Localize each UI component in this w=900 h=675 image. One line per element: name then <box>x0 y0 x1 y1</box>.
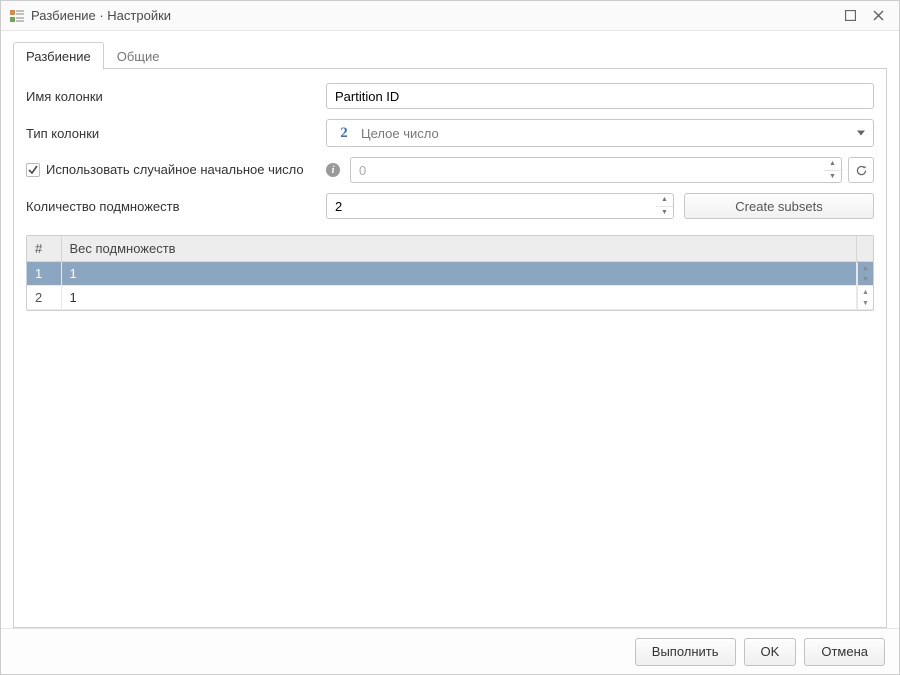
execute-button[interactable]: Выполнить <box>635 638 736 666</box>
settings-window: Разбиение · Настройки Разбиение Общие Им… <box>0 0 900 675</box>
col-index-header[interactable]: # <box>27 236 61 262</box>
seed-step-up[interactable]: ▲ <box>824 158 841 171</box>
row-index: 2 <box>27 286 61 310</box>
seed-input[interactable] <box>350 157 824 183</box>
tab-partition-label: Разбиение <box>26 49 91 64</box>
column-name-label: Имя колонки <box>26 89 103 104</box>
use-random-seed-checkbox[interactable] <box>26 163 40 177</box>
row-weight-step-down[interactable]: ▼ <box>858 298 873 309</box>
seed-step-down[interactable]: ▼ <box>824 171 841 183</box>
use-random-seed-label: Использовать случайное начальное число <box>46 161 304 179</box>
chevron-down-icon <box>857 131 865 136</box>
dialog-footer: Выполнить OK Отмена <box>1 628 899 674</box>
column-type-label: Тип колонки <box>26 126 99 141</box>
col-weight-header[interactable]: Вес подмножеств <box>61 236 857 262</box>
titlebar: Разбиение · Настройки <box>1 1 899 31</box>
table-row[interactable]: 1 1 ▲ ▼ <box>27 262 873 286</box>
row-weight[interactable]: 1 <box>61 286 857 310</box>
seed-refresh-button[interactable] <box>848 157 874 183</box>
seed-spinner: ▲ ▼ <box>350 157 842 183</box>
subset-count-input[interactable] <box>326 193 656 219</box>
integer-type-icon: 2 <box>335 124 353 142</box>
info-icon[interactable]: i <box>326 163 340 177</box>
table-row[interactable]: 2 1 ▲ ▼ <box>27 286 873 310</box>
subset-count-step-up[interactable]: ▲ <box>656 194 673 207</box>
row-column-name: Имя колонки <box>26 83 874 109</box>
row-random-seed: Использовать случайное начальное число i… <box>26 157 874 183</box>
row-weight-step-up[interactable]: ▲ <box>858 263 873 274</box>
ok-button[interactable]: OK <box>744 638 797 666</box>
column-type-value: Целое число <box>361 126 439 141</box>
close-button[interactable] <box>865 6 891 26</box>
column-type-select[interactable]: 2 Целое число <box>326 119 874 147</box>
tabstrip: Разбиение Общие <box>13 41 887 69</box>
subset-count-label: Количество подмножеств <box>26 199 179 214</box>
row-index: 1 <box>27 262 61 286</box>
tab-general-label: Общие <box>117 49 160 64</box>
column-name-input[interactable] <box>326 83 874 109</box>
app-icon <box>9 8 25 24</box>
create-subsets-button[interactable]: Create subsets <box>684 193 874 219</box>
maximize-button[interactable] <box>837 6 863 26</box>
tab-partition[interactable]: Разбиение <box>13 42 104 70</box>
row-weight-step-down[interactable]: ▼ <box>858 274 873 285</box>
content-area: Разбиение Общие Имя колонки Тип колонки <box>1 31 899 628</box>
ok-label: OK <box>761 644 780 659</box>
window-title: Разбиение · Настройки <box>31 8 171 23</box>
row-weight[interactable]: 1 <box>61 262 857 286</box>
row-column-type: Тип колонки 2 Целое число <box>26 119 874 147</box>
subset-count-spinner: ▲ ▼ <box>326 193 674 219</box>
main-panel: Имя колонки Тип колонки 2 Целое число <box>13 69 887 628</box>
cancel-label: Отмена <box>821 644 868 659</box>
subset-count-step-down[interactable]: ▼ <box>656 207 673 219</box>
row-weight-step-up[interactable]: ▲ <box>858 287 873 298</box>
cancel-button[interactable]: Отмена <box>804 638 885 666</box>
row-subset-count: Количество подмножеств ▲ ▼ Create subset… <box>26 193 874 219</box>
subset-weights-table: # Вес подмножеств 1 1 ▲ ▼ <box>26 235 874 311</box>
tab-general[interactable]: Общие <box>104 42 173 70</box>
execute-label: Выполнить <box>652 644 719 659</box>
create-subsets-label: Create subsets <box>735 199 822 214</box>
